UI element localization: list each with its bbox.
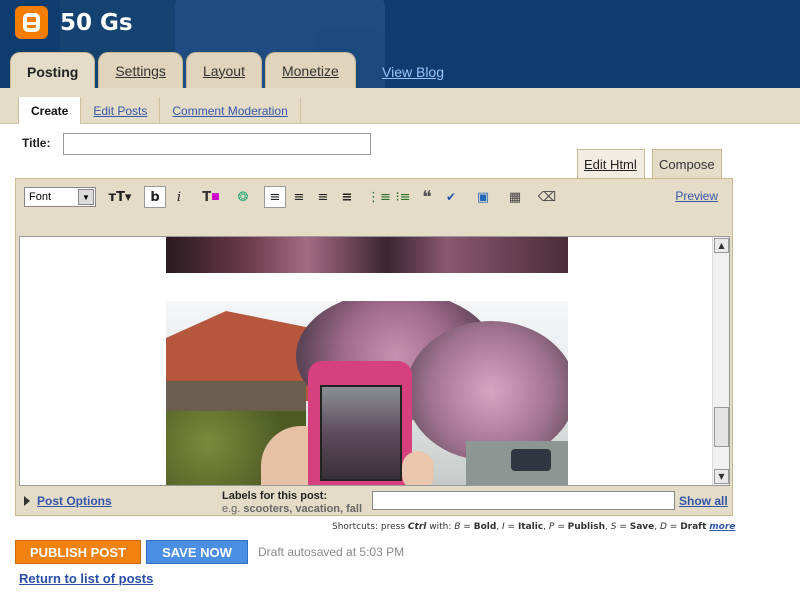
publish-post-button[interactable]: PUBLISH POST [15, 540, 141, 564]
blogger-header: 50 Gs Posting Settings Layout Monetize V… [0, 0, 800, 88]
sub-tabs: Create Edit Posts Comment Moderation [0, 97, 800, 124]
editor-toolbar: Font ▼ тТ▾ b i T ■ ❂ ≡ ≡ ≡ ≡ ⋮≡ ⁝≡ ❝ ✔ ▣ … [24, 186, 558, 208]
bold-icon[interactable]: b [144, 186, 166, 208]
save-now-button[interactable]: SAVE NOW [146, 540, 248, 564]
shortcut-i-label: Italic [517, 522, 544, 532]
view-blog-link[interactable]: View Blog [382, 64, 444, 80]
align-right-icon[interactable]: ≡ [312, 186, 334, 208]
font-select[interactable]: Font ▼ [24, 187, 96, 207]
post-editor: Font ▼ тТ▾ b i T ■ ❂ ≡ ≡ ≡ ≡ ⋮≡ ⁝≡ ❝ ✔ ▣ … [15, 178, 733, 516]
post-options-link[interactable]: Post Options [37, 494, 112, 508]
post-image-phone[interactable] [166, 301, 568, 485]
justify-icon[interactable]: ≡ [336, 186, 358, 208]
bullet-list-icon[interactable]: ⁝≡ [392, 186, 414, 208]
post-image-top[interactable] [166, 237, 568, 273]
image-icon[interactable]: ▣ [472, 186, 494, 208]
font-select-value: Font [29, 191, 52, 203]
scroll-up-icon[interactable]: ▲ [714, 238, 729, 253]
editor-content[interactable]: ▲ ▼ [19, 236, 730, 486]
align-center-icon[interactable]: ≡ [288, 186, 310, 208]
keyboard-shortcuts-hint: Shortcuts: press Ctrl with: B = Bold, I … [332, 522, 736, 532]
text-color-icon[interactable]: T ■ [200, 186, 222, 208]
font-size-icon[interactable]: тТ▾ [106, 186, 134, 208]
subtab-edit-posts[interactable]: Edit Posts [81, 97, 161, 124]
shortcuts-more-link[interactable]: more [709, 522, 735, 532]
scroll-thumb[interactable] [714, 407, 729, 447]
tab-settings[interactable]: Settings [98, 52, 183, 88]
align-left-icon[interactable]: ≡ [264, 186, 286, 208]
preview-link[interactable]: Preview [675, 189, 718, 203]
labels-hint: e.g. scooters, vacation, fall [222, 503, 362, 515]
blockquote-icon[interactable]: ❝ [416, 186, 438, 208]
shortcut-s-label: Save [629, 522, 655, 532]
shortcut-p-label: Publish [567, 522, 605, 532]
link-icon[interactable]: ❂ [232, 186, 254, 208]
return-to-posts-link[interactable]: Return to list of posts [19, 571, 153, 586]
labels-hint-prefix: e.g. [222, 503, 241, 515]
scroll-down-icon[interactable]: ▼ [714, 469, 729, 484]
numbered-list-icon[interactable]: ⋮≡ [367, 186, 391, 208]
video-icon[interactable]: ▦ [504, 186, 526, 208]
shortcuts-key: Ctrl [407, 522, 427, 532]
chevron-down-icon: ▼ [78, 189, 94, 205]
shortcut-i-key: I [502, 522, 505, 532]
editor-scrollbar[interactable]: ▲ ▼ [712, 237, 729, 485]
tab-layout[interactable]: Layout [185, 52, 262, 88]
italic-icon[interactable]: i [168, 186, 190, 208]
subtab-create[interactable]: Create [18, 97, 82, 124]
shortcut-b-label: Bold [473, 522, 497, 532]
post-options-bar: Post Options Labels for this post: e.g. … [16, 488, 732, 516]
shortcut-d-label: Draft [680, 522, 707, 532]
blog-title: 50 Gs [60, 10, 133, 36]
shortcut-s-key: S [610, 522, 617, 532]
tab-monetize[interactable]: Monetize [264, 52, 356, 88]
shortcuts-prefix: Shortcuts: press [332, 522, 406, 532]
edit-html-tab[interactable]: Edit Html [577, 149, 645, 179]
shortcut-b-key: B [454, 522, 461, 532]
show-all-link[interactable]: Show all [679, 494, 728, 508]
labels-title: Labels for this post: [222, 490, 328, 502]
remove-formatting-icon[interactable]: ⌫ [536, 186, 558, 208]
labels-hint-examples: scooters, vacation, fall [243, 503, 363, 515]
subtab-comment-moderation[interactable]: Comment Moderation [160, 97, 301, 124]
title-input[interactable] [63, 133, 371, 155]
subtab-strip [0, 88, 800, 97]
spellcheck-icon[interactable]: ✔ [440, 186, 462, 208]
shortcuts-with: with: [429, 522, 452, 532]
shortcut-p-key: P [548, 522, 555, 532]
labels-input[interactable] [372, 491, 675, 510]
tab-posting[interactable]: Posting [10, 52, 96, 88]
shortcut-d-key: D [659, 522, 667, 532]
title-label: Title: [22, 136, 51, 150]
compose-tab[interactable]: Compose [652, 149, 722, 179]
blogger-logo-icon[interactable] [15, 6, 48, 39]
main-tabs: Posting Settings Layout Monetize [10, 52, 356, 88]
expand-triangle-icon[interactable] [24, 496, 30, 506]
autosave-status: Draft autosaved at 5:03 PM [258, 545, 405, 559]
